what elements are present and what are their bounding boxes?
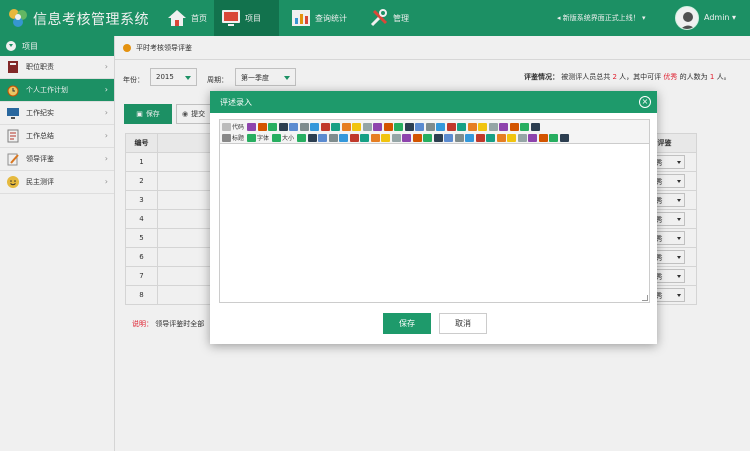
toolbar-tool-icon[interactable]	[454, 133, 464, 142]
toolbar-tool-icon[interactable]	[331, 122, 341, 131]
close-icon[interactable]: ×	[639, 96, 651, 108]
toolbar-tool-icon[interactable]	[328, 133, 338, 142]
toolbar-tool-icon[interactable]	[402, 133, 412, 142]
toolbar-tool-icon[interactable]	[247, 122, 257, 131]
toolbar-row: 代码	[222, 121, 647, 132]
toolbar-tool-icon[interactable]	[339, 133, 349, 142]
toolbar-tool-icon[interactable]	[415, 122, 425, 131]
modal-title: 评述录入	[220, 97, 252, 107]
toolbar-tool-icon[interactable]	[444, 133, 454, 142]
toolbar-tool-icon[interactable]	[341, 122, 351, 131]
toolbar-tool-icon[interactable]	[559, 133, 569, 142]
toolbar-tool-icon[interactable]	[268, 122, 278, 131]
toolbar-tool-icon[interactable]	[457, 122, 467, 131]
toolbar-tool-icon[interactable]	[528, 133, 538, 142]
toolbar-tool-icon[interactable]	[289, 122, 299, 131]
toolbar-tool-icon[interactable]	[423, 133, 433, 142]
toolbar-tool-icon[interactable]	[320, 122, 330, 131]
toolbar-tool-icon[interactable]	[517, 133, 527, 142]
comment-modal: 评述录入 × 代码 标题 字体 大小 保存 取消	[210, 91, 657, 344]
toolbar-tool-icon[interactable]	[425, 122, 435, 131]
toolbar-tool-icon[interactable]	[496, 133, 506, 142]
toolbar-tool-icon[interactable]	[446, 122, 456, 131]
toolbar-tool-icon[interactable]	[310, 122, 320, 131]
code-label: 代码	[232, 124, 245, 131]
code-icon	[222, 122, 231, 131]
toolbar-tool-icon[interactable]	[318, 133, 328, 142]
toolbar-tool-icon[interactable]	[538, 133, 548, 142]
toolbar-tool-icon[interactable]	[499, 122, 509, 131]
toolbar-tool-icon[interactable]	[509, 122, 519, 131]
toolbar-tool-icon[interactable]	[486, 133, 496, 142]
toolbar-tool-icon[interactable]	[370, 133, 380, 142]
font-size-icon	[272, 133, 282, 142]
toolbar-tool-icon[interactable]	[297, 133, 307, 142]
heading-icon	[222, 133, 231, 142]
rich-text-editor[interactable]: 代码 标题 字体 大小	[219, 119, 650, 303]
toolbar-tool-icon[interactable]	[381, 133, 391, 142]
toolbar-tool-icon[interactable]	[307, 133, 317, 142]
size-label: 大小	[282, 135, 295, 142]
toolbar-tool-icon[interactable]	[465, 133, 475, 142]
toolbar-tool-icon[interactable]	[475, 133, 485, 142]
toolbar-tool-icon[interactable]	[478, 122, 488, 131]
size-button[interactable]: 大小	[272, 133, 294, 142]
toolbar-tool-icon[interactable]	[352, 122, 362, 131]
toolbar-tool-icon[interactable]	[360, 133, 370, 142]
toolbar-tool-icon[interactable]	[394, 122, 404, 131]
heading-button[interactable]: 标题	[222, 133, 244, 142]
modal-header: 评述录入 ×	[210, 91, 657, 113]
code-button[interactable]: 代码	[222, 122, 244, 131]
toolbar-tool-icon[interactable]	[391, 133, 401, 142]
toolbar-tool-icon[interactable]	[257, 122, 267, 131]
toolbar-tool-icon[interactable]	[488, 122, 498, 131]
toolbar-tool-icon[interactable]	[507, 133, 517, 142]
toolbar-tool-icon[interactable]	[373, 122, 383, 131]
toolbar-tool-icon[interactable]	[433, 133, 443, 142]
modal-cancel-button[interactable]: 取消	[439, 313, 487, 334]
font-label: 字体	[257, 135, 270, 142]
font-icon	[247, 133, 257, 142]
heading-label: 标题	[232, 135, 245, 142]
toolbar-tool-icon[interactable]	[436, 122, 446, 131]
toolbar-tool-icon[interactable]	[299, 122, 309, 131]
toolbar-tool-icon[interactable]	[349, 133, 359, 142]
toolbar-tool-icon[interactable]	[549, 133, 559, 142]
font-button[interactable]: 字体	[247, 133, 269, 142]
toolbar-tool-icon[interactable]	[278, 122, 288, 131]
toolbar-tool-icon[interactable]	[404, 122, 414, 131]
toolbar-tool-icon[interactable]	[362, 122, 372, 131]
editor-toolbar: 代码 标题 字体 大小	[220, 120, 649, 144]
toolbar-tool-icon[interactable]	[383, 122, 393, 131]
toolbar-tool-icon[interactable]	[530, 122, 540, 131]
toolbar-row: 标题 字体 大小	[222, 132, 647, 143]
modal-save-button[interactable]: 保存	[383, 313, 431, 334]
toolbar-tool-icon[interactable]	[467, 122, 477, 131]
toolbar-tool-icon[interactable]	[520, 122, 530, 131]
toolbar-tool-icon[interactable]	[412, 133, 422, 142]
resize-handle[interactable]	[642, 295, 648, 301]
